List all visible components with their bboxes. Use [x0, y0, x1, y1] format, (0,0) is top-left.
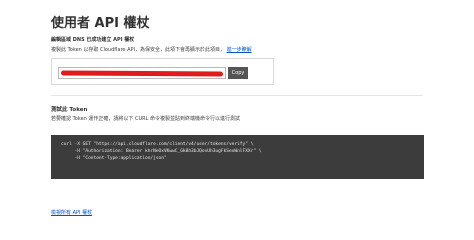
view-all-tokens-link[interactable]: 檢視所有 API 權杖 — [51, 209, 92, 216]
section-divider — [51, 95, 423, 96]
code-line: curl -X GET "https://api.cloudflare.com/… — [61, 142, 254, 147]
redaction-mark — [60, 70, 224, 77]
success-message: 編輯區域 DNS 已成功建立 API 權杖 — [51, 37, 135, 43]
code-line: -H "Authorization: Bearer khrNeOxVKwwC_G… — [61, 149, 262, 154]
learn-more-link[interactable]: 進一步瞭解 — [227, 47, 252, 53]
code-line: -H "Content-Type:application/json" — [61, 156, 167, 161]
test-token-description: 若要確認 Token 運作正確，請將以下 CURL 命令複製並貼到終端機命令行以… — [51, 116, 240, 122]
page-title: 使用者 API 權杖 — [51, 16, 150, 31]
token-display-box: Copy — [51, 58, 274, 85]
token-info-label: 複製此 Token 以存取 Cloudflare API，為保安全，此項下會再顯… — [51, 47, 226, 53]
curl-code-block[interactable]: curl -X GET "https://api.cloudflare.com/… — [51, 135, 424, 179]
token-value-field[interactable] — [58, 67, 226, 79]
token-info-text: 複製此 Token 以存取 Cloudflare API，為保安全，此項下會再顯… — [51, 46, 252, 53]
copy-button[interactable]: Copy — [228, 67, 248, 79]
test-token-heading: 測試此 Token — [51, 107, 88, 113]
